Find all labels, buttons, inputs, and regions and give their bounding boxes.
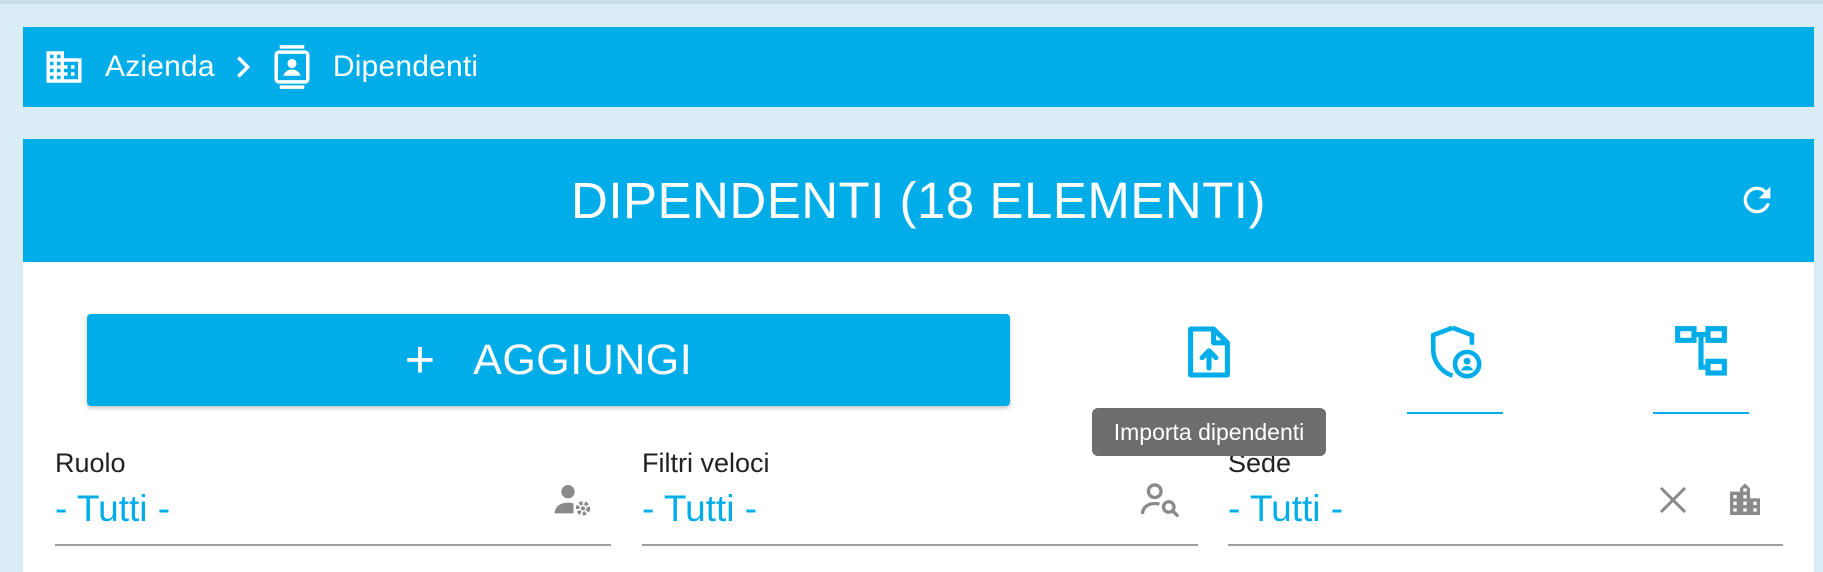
building-icon[interactable] xyxy=(43,46,85,88)
chevron-right-icon xyxy=(229,53,257,81)
tab-security[interactable] xyxy=(1407,322,1503,414)
role-filter-label: Ruolo xyxy=(55,448,126,478)
breadcrumb-item-azienda[interactable]: Azienda xyxy=(105,50,215,84)
role-filter-value[interactable]: - Tutti - xyxy=(55,488,170,530)
tab-org-chart[interactable] xyxy=(1653,322,1749,414)
add-button-label: AGGIUNGI xyxy=(473,335,693,384)
breadcrumb-item-dipendenti: Dipendenti xyxy=(332,50,479,83)
tab-security-indicator xyxy=(1407,412,1503,414)
refresh-icon[interactable] xyxy=(1737,180,1777,220)
building-icon[interactable] xyxy=(1723,478,1767,522)
shield-user-icon xyxy=(1425,322,1485,382)
user-search-icon[interactable] xyxy=(1138,478,1182,522)
tooltip: Importa dipendenti xyxy=(1092,408,1326,456)
page-header: DIPENDENTI (18 ELEMENTI) xyxy=(23,139,1814,262)
breadcrumb: Azienda Dipendenti xyxy=(23,27,1814,107)
quick-filter-value[interactable]: - Tutti - xyxy=(642,488,757,530)
quick-filter[interactable]: Filtri veloci - Tutti - xyxy=(642,448,1198,546)
top-edge xyxy=(0,0,1823,4)
plus-icon: + xyxy=(404,331,436,389)
add-button[interactable]: + AGGIUNGI xyxy=(87,314,1010,406)
quick-filter-label: Filtri veloci xyxy=(642,448,770,478)
sitemap-icon xyxy=(1671,322,1731,382)
role-filter[interactable]: Ruolo - Tutti - xyxy=(55,448,611,546)
tab-import[interactable] xyxy=(1161,322,1257,414)
tab-org-chart-indicator xyxy=(1653,412,1749,414)
page-title: DIPENDENTI (18 ELEMENTI) xyxy=(571,172,1266,229)
close-icon[interactable] xyxy=(1651,478,1695,522)
content-panel: + AGGIUNGI Importa dipendenti Ruolo - Tu… xyxy=(23,262,1814,572)
user-gear-icon[interactable] xyxy=(551,478,595,522)
contact-card-icon xyxy=(271,45,313,89)
location-filter[interactable]: Sede - Tutti - xyxy=(1228,448,1783,546)
location-filter-value[interactable]: - Tutti - xyxy=(1228,488,1343,530)
file-upload-icon xyxy=(1179,322,1239,382)
